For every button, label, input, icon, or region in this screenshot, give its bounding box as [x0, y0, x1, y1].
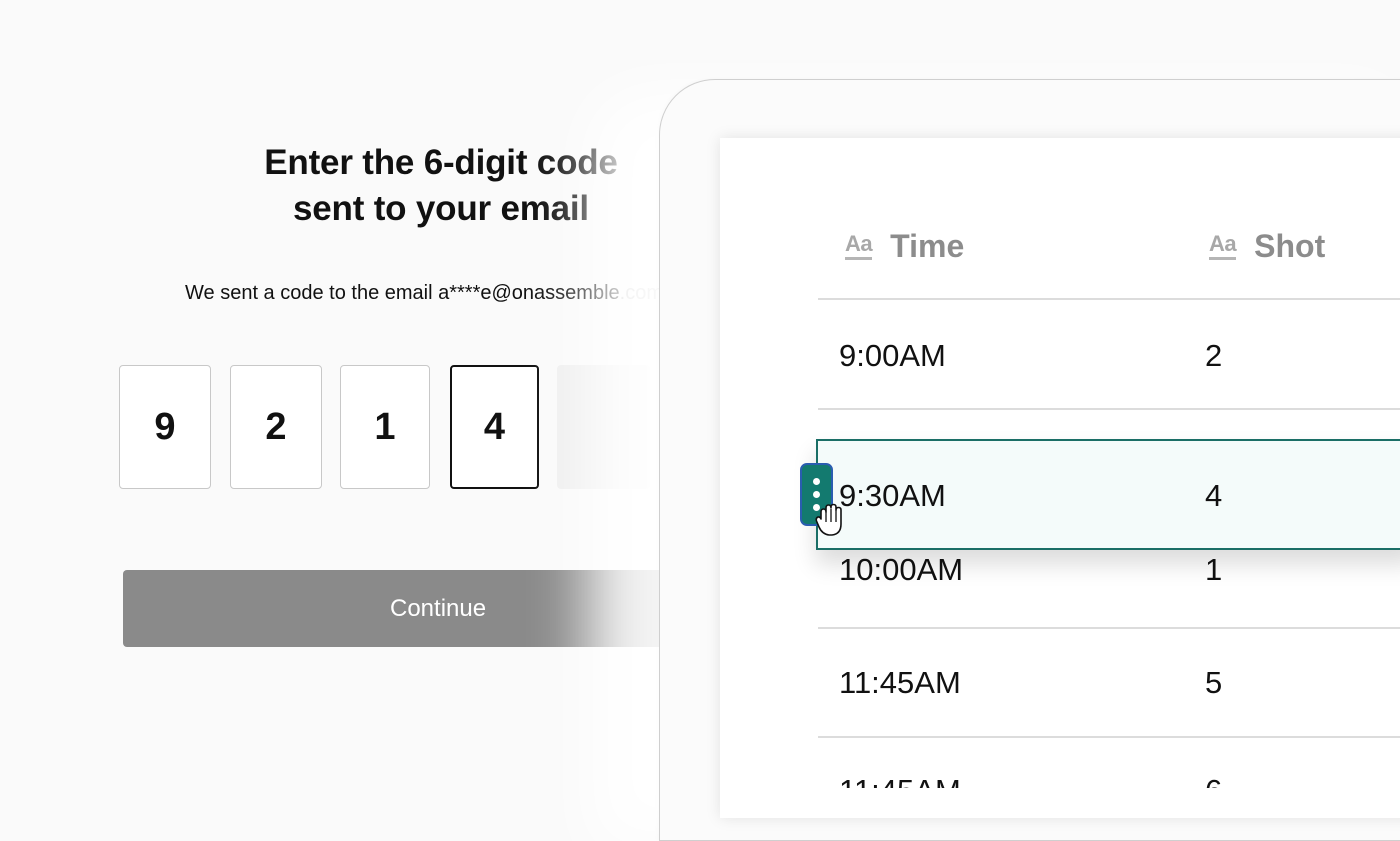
- grab-hand-cursor-icon: [815, 503, 842, 536]
- dragging-row[interactable]: 9:30AM 4: [816, 439, 1400, 550]
- verification-panel: Enter the 6-digit code sent to your emai…: [0, 0, 763, 788]
- cell-shot[interactable]: 5: [1205, 665, 1222, 701]
- cell-shot[interactable]: 2: [1205, 338, 1222, 374]
- code-sent-message-text: We sent a code to the email a****e@onass…: [185, 282, 620, 304]
- column-header-shot-label: Shot: [1254, 228, 1326, 264]
- cell-time[interactable]: 11:45AM: [839, 773, 961, 788]
- column-header-shot[interactable]: Aa Shot: [1209, 227, 1325, 265]
- table-row-partial: 11:45AM 6: [818, 740, 1400, 788]
- text-property-icon: Aa: [845, 232, 873, 260]
- row-divider: [818, 736, 1400, 738]
- code-digit-3[interactable]: 1: [340, 365, 430, 489]
- cell-shot[interactable]: 1: [1205, 552, 1222, 588]
- cell-time[interactable]: 9:00AM: [839, 338, 946, 374]
- cell-time[interactable]: 10:00AM: [839, 552, 963, 588]
- cell-shot: 4: [1205, 478, 1223, 513]
- code-digit-4[interactable]: 4: [450, 365, 539, 489]
- code-digit-2[interactable]: 2: [230, 365, 322, 489]
- handle-dot: [813, 491, 820, 498]
- code-sent-message-domain-end: .com: [619, 282, 663, 304]
- row-divider: [818, 627, 1400, 629]
- text-property-icon: Aa: [1209, 232, 1237, 260]
- row-divider: [818, 298, 1400, 300]
- page-title: Enter the 6-digit code sent to your emai…: [200, 140, 682, 232]
- column-header-time-label: Time: [890, 228, 965, 264]
- code-sent-message: We sent a code to the email a****e@onass…: [185, 279, 663, 307]
- page-title-line-1: Enter the 6-digit code: [264, 143, 618, 182]
- code-digit-5[interactable]: [557, 365, 650, 489]
- code-digit-1[interactable]: 9: [119, 365, 211, 489]
- handle-dot: [813, 478, 820, 485]
- cell-time: 9:30AM: [839, 478, 946, 513]
- row-divider: [818, 408, 1400, 410]
- cell-time[interactable]: 11:45AM: [839, 665, 961, 701]
- cell-shot[interactable]: 6: [1205, 773, 1222, 788]
- column-header-time[interactable]: Aa Time: [845, 227, 964, 265]
- page-title-line-2: sent to your email: [293, 189, 589, 228]
